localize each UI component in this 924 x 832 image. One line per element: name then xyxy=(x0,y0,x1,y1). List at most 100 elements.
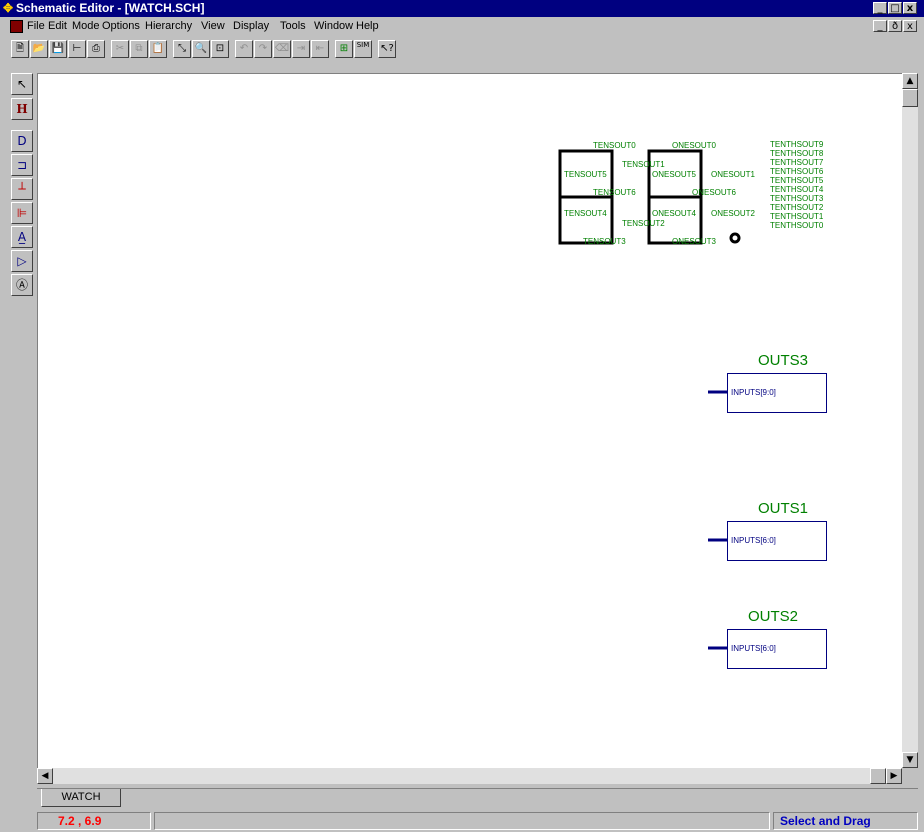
outs3-pin-label: INPUTS[9:0] xyxy=(731,388,776,397)
menu-display[interactable]: Display xyxy=(233,17,269,36)
doc-minimize-button[interactable]: _ xyxy=(873,20,887,32)
paste-button[interactable]: 📋 xyxy=(149,40,167,58)
outs2-title[interactable]: OUTS2 xyxy=(748,608,798,625)
copy-button[interactable]: ⧉ xyxy=(130,40,148,58)
horizontal-scrollbar[interactable]: ◀ ▶ xyxy=(37,768,902,784)
menu-window[interactable]: Window xyxy=(314,17,353,36)
tenthsout3-label[interactable]: TENTHSOUT3 xyxy=(770,194,823,203)
tenthsout1-label[interactable]: TENTHSOUT1 xyxy=(770,212,823,221)
mode-indicator: Select and Drag xyxy=(773,812,918,830)
scroll-up-icon[interactable]: ▲ xyxy=(902,73,918,89)
select-arrow-icon[interactable]: ↖ xyxy=(11,73,33,95)
cut-button[interactable]: ✂ xyxy=(111,40,129,58)
tensout4-label[interactable]: TENSOUT4 xyxy=(564,209,607,218)
outs1-block[interactable]: INPUTS[6:0] xyxy=(727,521,827,561)
tenthsout6-label[interactable]: TENTHSOUT6 xyxy=(770,167,823,176)
tab-watch[interactable]: WATCH xyxy=(41,789,121,807)
outs3-title[interactable]: OUTS3 xyxy=(758,352,808,369)
outs2-block[interactable]: INPUTS[6:0] xyxy=(727,629,827,669)
tensout0-label[interactable]: TENSOUT0 xyxy=(593,141,636,150)
erase-button[interactable]: ⌫ xyxy=(273,40,291,58)
schematic-canvas[interactable]: TENSOUT0 TENSOUT1 TENSOUT5 TENSOUT6 TENS… xyxy=(37,73,903,769)
maximize-button[interactable]: □ xyxy=(888,2,902,14)
onesout3-label[interactable]: ONESOUT3 xyxy=(672,237,716,246)
tenthsout9-label[interactable]: TENTHSOUT9 xyxy=(770,140,823,149)
zoom-fit-button[interactable]: ⤡ xyxy=(173,40,191,58)
status-bar: 7.2 , 6.9 Select and Drag xyxy=(0,810,924,832)
bus-tap-icon[interactable]: ⊫ xyxy=(11,202,33,224)
scroll-down-icon[interactable]: ▼ xyxy=(902,752,918,768)
outs1-pin-label: INPUTS[6:0] xyxy=(731,536,776,545)
tensout2-label[interactable]: TENSOUT2 xyxy=(622,219,665,228)
zoom-icon[interactable]: 🔍 xyxy=(192,40,210,58)
onesout0-label[interactable]: ONESOUT0 xyxy=(672,141,716,150)
menu-edit[interactable]: Edit xyxy=(48,17,67,36)
menu-hierarchy[interactable]: Hierarchy xyxy=(145,17,192,36)
help-pointer-button[interactable]: ↖? xyxy=(378,40,396,58)
menu-mode[interactable]: Mode xyxy=(72,17,100,36)
close-button[interactable]: x xyxy=(903,2,917,14)
outs2-pin-label: INPUTS[6:0] xyxy=(731,644,776,653)
redo-button[interactable]: ↷ xyxy=(254,40,272,58)
onesout2-label[interactable]: ONESOUT2 xyxy=(711,209,755,218)
tensout6-label[interactable]: TENSOUT6 xyxy=(593,188,636,197)
tenths-label-list: TENTHSOUT9 TENTHSOUT8 TENTHSOUT7 TENTHSO… xyxy=(770,140,823,230)
pop-button[interactable]: ⇤ xyxy=(311,40,329,58)
minimize-button[interactable]: _ xyxy=(873,2,887,14)
tenthsout2-label[interactable]: TENTHSOUT2 xyxy=(770,203,823,212)
undo-button[interactable]: ↶ xyxy=(235,40,253,58)
menu-bar: File Edit Mode Options Hierarchy View Di… xyxy=(0,17,924,36)
onesout6-label[interactable]: ONESOUT6 xyxy=(692,188,736,197)
coordinates-readout: 7.2 , 6.9 xyxy=(37,812,151,830)
vertical-scroll-thumb[interactable] xyxy=(902,89,918,107)
title-bar: ✥ Schematic Editor - [WATCH.SCH] _ □ x xyxy=(0,0,924,17)
tenthsout0-label[interactable]: TENTHSOUT0 xyxy=(770,221,823,230)
window-controls: _ □ x xyxy=(872,2,917,14)
doc-restore-button[interactable]: ð xyxy=(888,20,902,32)
save-button[interactable]: 💾 xyxy=(49,40,67,58)
push-button[interactable]: ⇥ xyxy=(292,40,310,58)
doc-close-button[interactable]: x xyxy=(903,20,917,32)
tenthsout8-label[interactable]: TENTHSOUT8 xyxy=(770,149,823,158)
tensout5-label[interactable]: TENSOUT5 xyxy=(564,170,607,179)
menu-help[interactable]: Help xyxy=(356,17,379,36)
onesout4-label[interactable]: ONESOUT4 xyxy=(652,209,696,218)
print-button[interactable]: ⎙ xyxy=(87,40,105,58)
menu-tools[interactable]: Tools xyxy=(280,17,306,36)
onesout1-label[interactable]: ONESOUT1 xyxy=(711,170,755,179)
document-icon[interactable] xyxy=(10,20,23,33)
window-title: Schematic Editor - [WATCH.SCH] xyxy=(16,1,205,15)
sheet-tab-bar: WATCH xyxy=(37,788,918,807)
menu-file[interactable]: File xyxy=(27,17,45,36)
bus-icon[interactable]: ┴ xyxy=(11,178,33,200)
menu-view[interactable]: View xyxy=(201,17,225,36)
outs1-title[interactable]: OUTS1 xyxy=(758,500,808,517)
tensout3-label[interactable]: TENSOUT3 xyxy=(583,237,626,246)
tenthsout4-label[interactable]: TENTHSOUT4 xyxy=(770,185,823,194)
sim-button[interactable]: SIM xyxy=(354,40,372,58)
outs3-block[interactable]: INPUTS[9:0] xyxy=(727,373,827,413)
vertical-scrollbar[interactable]: ▲ ▼ xyxy=(902,73,918,768)
gate-icon[interactable]: D xyxy=(11,130,33,152)
net-name-icon[interactable]: A̲ xyxy=(11,226,33,248)
netlist-button[interactable]: ⊞ xyxy=(335,40,353,58)
tenthsout5-label[interactable]: TENTHSOUT5 xyxy=(770,176,823,185)
onesout5-label[interactable]: ONESOUT5 xyxy=(652,170,696,179)
document-controls: _ ð x xyxy=(872,20,917,32)
open-file-button[interactable]: 📂 xyxy=(30,40,48,58)
menu-options[interactable]: Options xyxy=(102,17,140,36)
wire-icon[interactable]: ⊐ xyxy=(11,154,33,176)
scroll-left-icon[interactable]: ◀ xyxy=(37,768,53,784)
new-file-button[interactable]: 🗎 xyxy=(11,40,29,58)
tenthsout7-label[interactable]: TENTHSOUT7 xyxy=(770,158,823,167)
text-icon[interactable]: Ⓐ xyxy=(11,274,33,296)
scroll-right-icon[interactable]: ▶ xyxy=(886,768,902,784)
tensout1-label[interactable]: TENSOUT1 xyxy=(622,160,665,169)
zoom-area-button[interactable]: ⊡ xyxy=(211,40,229,58)
decimal-point xyxy=(729,232,741,244)
status-message xyxy=(154,812,770,830)
io-marker-icon[interactable]: ▷ xyxy=(11,250,33,272)
hierarchy-tree-button[interactable]: ⊢ xyxy=(68,40,86,58)
horizontal-scroll-thumb[interactable] xyxy=(870,768,886,784)
hierarchy-symbol-button[interactable]: H xyxy=(11,98,33,120)
